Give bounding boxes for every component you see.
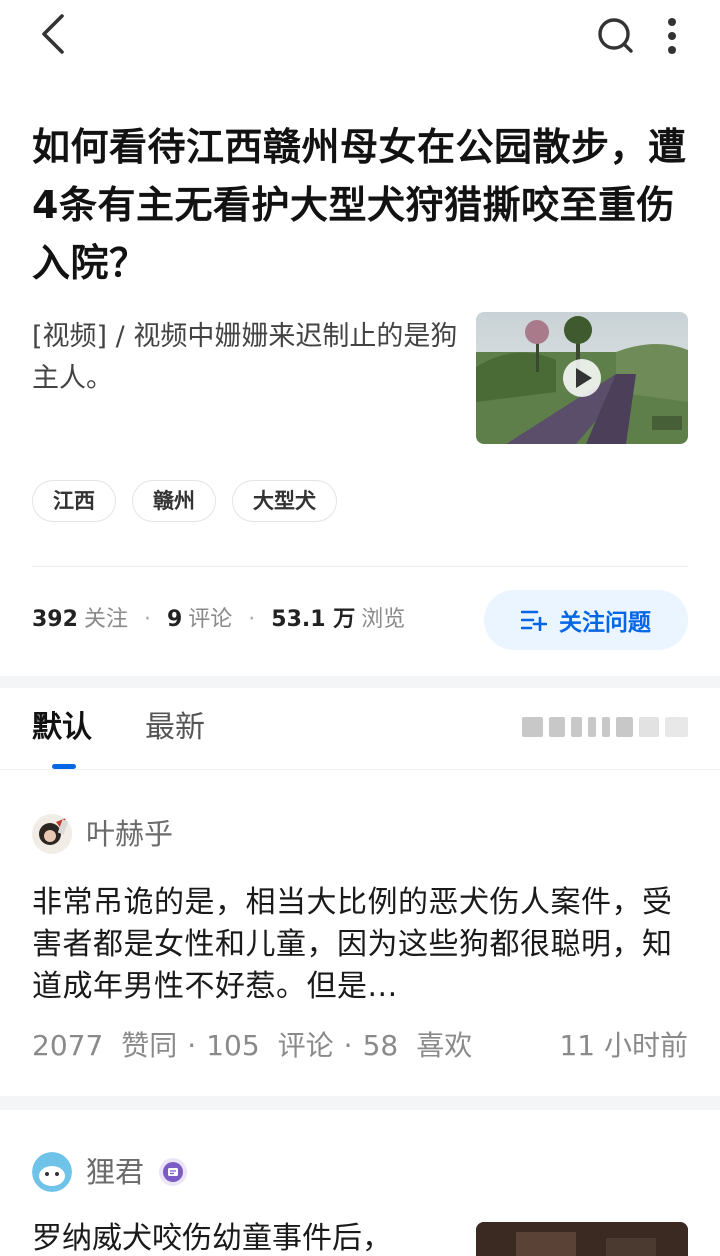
search-icon [598, 18, 633, 53]
answer-card[interactable]: 叶赫乎 非常吊诡的是，相当大比例的恶犬伤人案件，受害者都是女性和儿童，因为这些狗… [0, 770, 720, 1096]
author-name[interactable]: 狸君 [86, 1152, 144, 1192]
comment-count: 105 [206, 1029, 260, 1062]
answer-meta: 2077 赞同 · 105 评论 · 58 喜欢 11 小时前 [32, 1026, 688, 1066]
followers-count: 392 [32, 607, 78, 632]
topic-tags: 江西 赣州 大型犬 [32, 480, 337, 522]
separator-dot: · [343, 1029, 353, 1062]
section-separator [0, 676, 720, 688]
tag-large-dog[interactable]: 大型犬 [232, 480, 337, 522]
separator-dot: · [143, 607, 151, 632]
answer-author[interactable]: 叶赫乎 [32, 814, 173, 854]
question-excerpt[interactable]: [视频] / 视频中姗姗来迟制止的是狗主人。 [32, 316, 462, 400]
question-stats: 392 关注 · 9 评论 · 53.1 万 浏览 [32, 604, 405, 636]
tag-jiangxi[interactable]: 江西 [32, 480, 116, 522]
views-label: 浏览 [361, 607, 406, 632]
question-title: 如何看待江西赣州母女在公园散步，遭4条有主无看护大型犬狩猎撕咬至重伤入院？ [32, 125, 687, 285]
comments-count: 9 [166, 607, 183, 632]
avatar[interactable] [32, 1152, 72, 1192]
chevron-left-icon [42, 14, 64, 54]
comments-label[interactable]: 评论 [188, 604, 232, 636]
followers-label: 关注 [83, 607, 128, 632]
more-options-button[interactable] [658, 14, 686, 58]
divider [32, 566, 688, 567]
follow-question-label: 关注问题 [559, 610, 651, 636]
more-vertical-icon [668, 18, 676, 54]
views-count: 53.1 万 [271, 607, 356, 632]
tag-ganzhou[interactable]: 赣州 [132, 480, 216, 522]
tab-latest[interactable]: 最新 [145, 708, 205, 748]
add-follow-icon [521, 610, 547, 631]
video-thumbnail[interactable] [476, 312, 688, 444]
follow-question-button[interactable]: 关注问题 [484, 590, 688, 650]
answer-author[interactable]: 狸君 [32, 1152, 188, 1192]
video-frame-image [476, 312, 688, 444]
answer-excerpt[interactable]: 罗纳威犬咬伤幼童事件后， [32, 1218, 452, 1256]
active-tab-indicator [52, 764, 76, 769]
back-button[interactable] [34, 12, 74, 56]
comment-label: 评论 [277, 1029, 334, 1062]
author-name[interactable]: 叶赫乎 [86, 814, 173, 854]
separator-dot: · [248, 607, 256, 632]
answer-image-thumbnail[interactable] [476, 1222, 688, 1256]
upvote-label: 赞同 [121, 1029, 178, 1062]
top-bar [0, 0, 720, 70]
creator-badge-icon [159, 1158, 188, 1186]
answer-excerpt[interactable]: 非常吊诡的是，相当大比例的恶犬伤人案件，受害者都是女性和儿童，因为这些狗都很聪明… [32, 882, 692, 1008]
blurred-content [522, 716, 688, 738]
section-separator [0, 1096, 720, 1110]
answer-sort-tabs: 默认 最新 [0, 688, 720, 770]
upvote-count: 2077 [32, 1029, 104, 1062]
separator-dot: · [187, 1029, 197, 1062]
search-button[interactable] [596, 16, 636, 56]
tab-default[interactable]: 默认 [32, 708, 92, 748]
avatar[interactable] [32, 814, 72, 854]
like-count: 58 [362, 1029, 399, 1062]
answer-time: 11 小时前 [559, 1029, 688, 1062]
like-label: 喜欢 [416, 1029, 473, 1062]
